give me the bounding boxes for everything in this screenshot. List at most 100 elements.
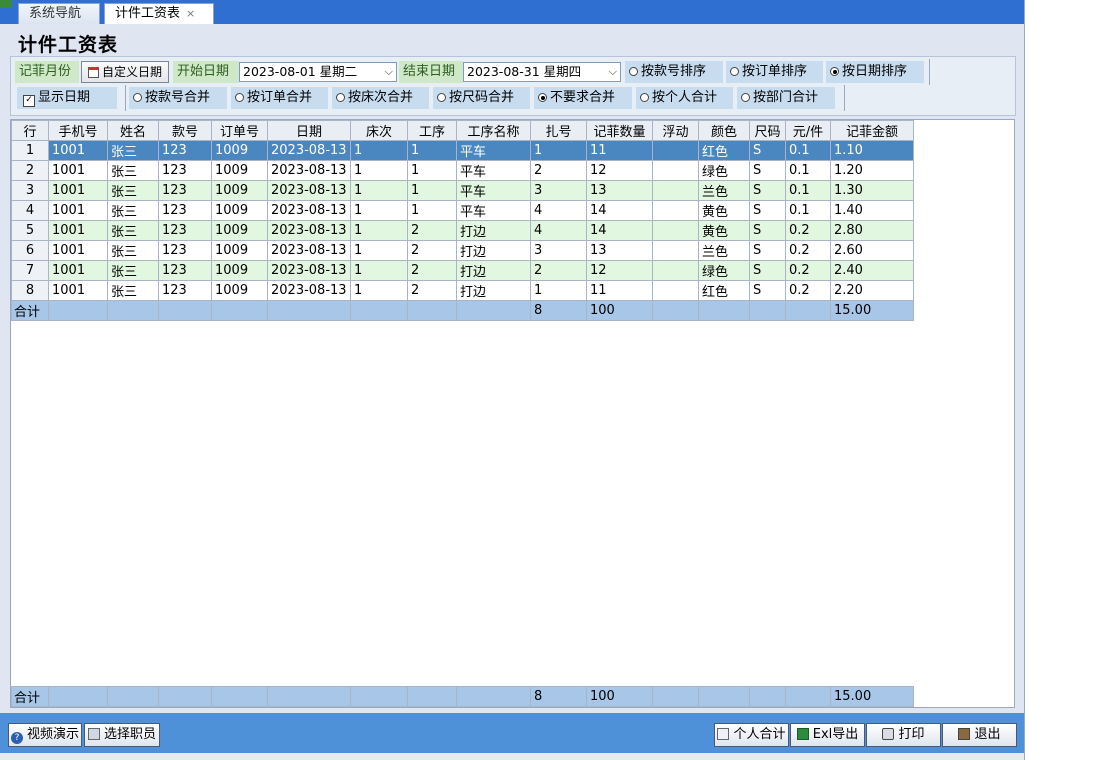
table-cell[interactable] [652,220,699,241]
table-cell[interactable]: S [749,280,786,301]
table-cell[interactable]: 2023-08-13 [267,180,351,201]
table-cell[interactable]: 14 [586,200,653,221]
column-header[interactable]: 日期 [267,120,351,141]
table-cell[interactable]: 红色 [698,280,750,301]
table-cell[interactable]: S [749,180,786,201]
merge-by-order-radio[interactable]: 按订单合并 [231,87,328,109]
excel-export-button[interactable]: Exl导出 [790,723,865,747]
select-staff-button[interactable]: 选择职员 [84,723,160,747]
sort-by-date-radio[interactable]: 按日期排序 [826,61,924,83]
table-cell[interactable]: 2023-08-13 [267,280,351,301]
table-cell[interactable]: S [749,200,786,221]
sort-by-style-radio[interactable]: 按款号排序 [625,61,723,83]
table-cell[interactable]: 1 [530,140,587,161]
table-cell[interactable]: 张三 [107,280,159,301]
merge-by-bed-radio[interactable]: 按床次合并 [332,87,429,109]
table-row[interactable]: 4 1001 张三 123 1009 2023-08-13 1 1 平车 4 14 黄色 S 0.1 1.4… [11,200,914,221]
column-header[interactable]: 姓名 [107,120,159,141]
table-cell[interactable]: 2023-08-13 [267,200,351,221]
sort-by-order-radio[interactable]: 按订单排序 [726,61,823,83]
table-cell[interactable]: 2 [407,220,457,241]
table-cell[interactable]: 1 [350,180,408,201]
table-cell[interactable]: 1 [407,180,457,201]
table-cell[interactable]: 1001 [48,240,108,261]
table-cell[interactable]: 2 [407,240,457,261]
table-cell[interactable]: 11 [586,280,653,301]
no-merge-radio[interactable]: 不要求合并 [534,87,632,109]
end-date-select[interactable]: 2023-08-31 星期四 ⌵ [463,62,621,82]
table-cell[interactable]: 打边 [456,220,531,241]
table-cell[interactable]: 3 [530,240,587,261]
table-cell[interactable]: 1.10 [830,140,914,161]
show-date-checkbox[interactable]: ✓ 显示日期 [17,87,117,109]
row-number-cell[interactable]: 7 [11,260,49,281]
table-cell[interactable]: 1 [350,280,408,301]
column-header[interactable]: 手机号 [48,120,108,141]
table-cell[interactable]: 1 [350,260,408,281]
table-cell[interactable]: 2.20 [830,280,914,301]
table-cell[interactable]: 打边 [456,240,531,261]
table-cell[interactable]: 123 [158,200,212,221]
column-header[interactable]: 元/件 [785,120,831,141]
table-cell[interactable]: 2.80 [830,220,914,241]
table-cell[interactable]: S [749,160,786,181]
column-header[interactable]: 工序 [407,120,457,141]
table-cell[interactable]: 绿色 [698,260,750,281]
table-cell[interactable]: 2 [407,260,457,281]
table-cell[interactable]: 13 [586,240,653,261]
table-cell[interactable]: 平车 [456,160,531,181]
start-date-select[interactable]: 2023-08-01 星期二 ⌵ [239,62,397,82]
table-cell[interactable]: 1001 [48,160,108,181]
table-cell[interactable]: 123 [158,260,212,281]
table-cell[interactable]: 绿色 [698,160,750,181]
table-cell[interactable]: 张三 [107,160,159,181]
table-cell[interactable]: 1001 [48,220,108,241]
table-cell[interactable]: 1001 [48,280,108,301]
table-cell[interactable]: 2 [407,280,457,301]
table-cell[interactable]: 4 [530,200,587,221]
table-cell[interactable]: 1.20 [830,160,914,181]
close-icon[interactable]: × [186,7,195,20]
table-cell[interactable]: 2023-08-13 [267,220,351,241]
row-number-cell[interactable]: 8 [11,280,49,301]
table-row[interactable]: 8 1001 张三 123 1009 2023-08-13 1 2 打边 1 11 红色 S 0.2 2.2… [11,280,914,301]
table-cell[interactable] [652,180,699,201]
tab-piecework-wages[interactable]: 计件工资表 × [104,3,214,24]
table-cell[interactable]: 0.2 [785,280,831,301]
table-cell[interactable]: 2023-08-13 [267,160,351,181]
column-header[interactable]: 记菲金额 [830,120,914,141]
table-cell[interactable] [652,160,699,181]
row-number-cell[interactable]: 4 [11,200,49,221]
table-cell[interactable]: 兰色 [698,240,750,261]
table-cell[interactable]: 兰色 [698,180,750,201]
column-header[interactable]: 扎号 [530,120,587,141]
column-header[interactable]: 工序名称 [456,120,531,141]
table-cell[interactable]: 张三 [107,180,159,201]
table-cell[interactable]: 123 [158,180,212,201]
table-cell[interactable]: S [749,260,786,281]
personal-total-radio[interactable]: 按个人合计 [636,87,733,109]
table-cell[interactable]: 123 [158,160,212,181]
wage-grid[interactable]: 行手机号 姓名 款号 订单号 日期 床次 工序 工序名称 扎号 记菲数量 浮动 颜色 尺码 元/件 记菲金额… [10,119,1015,708]
row-number-cell[interactable]: 3 [11,180,49,201]
table-cell[interactable]: 1001 [48,180,108,201]
merge-by-size-radio[interactable]: 按尺码合并 [433,87,530,109]
table-cell[interactable]: 13 [586,180,653,201]
table-cell[interactable]: 123 [158,140,212,161]
table-cell[interactable]: 3 [530,180,587,201]
table-cell[interactable]: 12 [586,160,653,181]
row-number-cell[interactable]: 2 [11,160,49,181]
table-cell[interactable]: 1 [350,220,408,241]
table-cell[interactable]: 0.2 [785,240,831,261]
table-cell[interactable]: 张三 [107,200,159,221]
table-cell[interactable]: 1.30 [830,180,914,201]
table-cell[interactable]: 张三 [107,220,159,241]
table-cell[interactable] [652,280,699,301]
table-cell[interactable]: 11 [586,140,653,161]
table-cell[interactable]: 2023-08-13 [267,260,351,281]
table-cell[interactable]: 1009 [211,220,268,241]
table-cell[interactable]: 平车 [456,180,531,201]
table-cell[interactable]: 1009 [211,200,268,221]
table-cell[interactable]: 平车 [456,140,531,161]
table-cell[interactable]: 1009 [211,180,268,201]
